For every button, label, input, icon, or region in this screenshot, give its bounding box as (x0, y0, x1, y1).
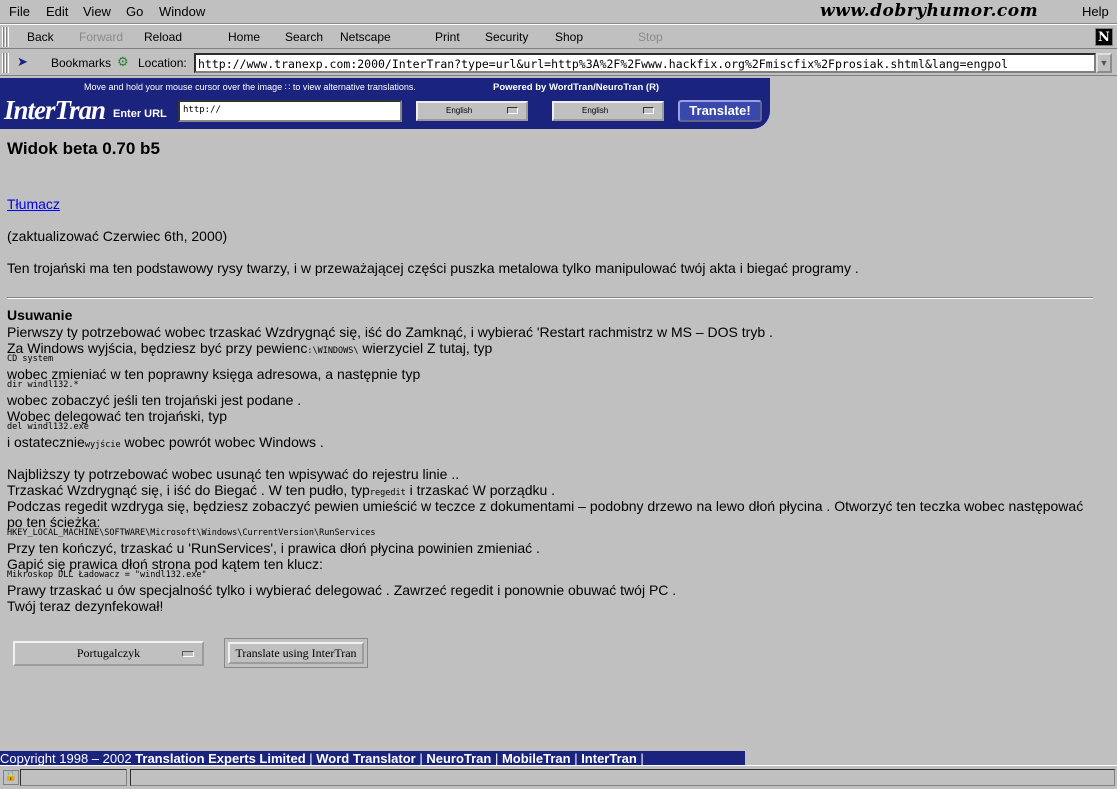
code-inline: wyjście (84, 440, 121, 450)
translate-using-intertran-button[interactable]: Translate using InterTran (228, 642, 364, 664)
bookmarks-icon[interactable]: ➤ (17, 54, 28, 70)
progress-bar (20, 769, 127, 786)
footer-separator: | (570, 751, 582, 765)
print-button[interactable]: Print (435, 30, 460, 44)
removal-heading: Usuwanie (7, 307, 73, 323)
menu-window[interactable]: Window (159, 4, 205, 19)
location-label: Location: (138, 56, 187, 70)
dropdown-indicator-icon (507, 107, 518, 114)
step-text: Podczas regedit wzdryga się, będziesz zo… (7, 498, 1084, 514)
company-link[interactable]: Translation Experts Limited (135, 751, 306, 765)
stop-button[interactable]: Stop (638, 30, 663, 44)
footer-link-neurotran[interactable]: NeuroTran (426, 751, 491, 765)
step-text: Pierwszy ty potrzebować wobec trzaskać W… (7, 324, 773, 340)
menu-edit[interactable]: Edit (46, 4, 68, 19)
footer-separator: | (305, 751, 317, 765)
step-text: Najbliższy ty potrzebować wobec usunąć t… (7, 466, 460, 482)
step-text: Prawy trzaskać u ów specjalność tylko i … (7, 582, 677, 598)
code-line: Mikroskop DLL Ładowacz = "windl132.exe" (7, 570, 207, 580)
step-text: Przy ten kończyć, trzaskać u 'RunService… (7, 540, 540, 556)
bookmarks-button[interactable]: Bookmarks (51, 56, 111, 70)
from-language-value: English (446, 106, 473, 115)
from-language-select[interactable]: English (416, 101, 528, 121)
watermark: www.dobryhumor.com (820, 1, 1039, 21)
footer-separator: | (636, 751, 644, 765)
netscape-logo-icon[interactable]: N (1095, 28, 1113, 46)
code-line: CD system (7, 354, 54, 364)
browser-window: File Edit View Go Window www.dobryhumor.… (0, 0, 1117, 789)
menu-file[interactable]: File (9, 4, 30, 19)
footer-link-word-translator[interactable]: Word Translator (316, 751, 415, 765)
page-title: Widok beta 0.70 b5 (7, 139, 160, 158)
text-span: wobec powrót wobec Windows . (120, 434, 324, 450)
dropdown-indicator-icon (643, 107, 654, 114)
toolbar-grip[interactable] (2, 27, 9, 47)
step-text: wobec zobaczyć jeśli ten trojański jest … (7, 392, 302, 408)
status-bar: 🔒 (0, 765, 1117, 789)
security-lock-icon[interactable]: 🔒 (3, 770, 19, 785)
text-span: wierzyciel Z tutaj, typ (358, 340, 493, 356)
menu-view[interactable]: View (83, 4, 111, 19)
powered-by: Powered by WordTran/NeuroTran (R) (493, 82, 660, 93)
code-line: del windl132.exe (7, 422, 89, 432)
step-text: i ostateczniewyjście wobec powrót wobec … (7, 434, 324, 450)
footer-separator: | (491, 751, 502, 765)
status-message (130, 769, 1115, 786)
code-line: dir windl132.* (7, 380, 79, 390)
intro-text: Ten trojański ma ten podstawowy rysy twa… (7, 260, 859, 276)
enter-url-label: Enter URL (113, 108, 167, 120)
search-button[interactable]: Search (285, 30, 323, 44)
code-line: HKEY_LOCAL_MACHINE\SOFTWARE\Microsoft\Wi… (7, 528, 376, 538)
footer: Copyright 1998 – 2002 Translation Expert… (0, 751, 745, 765)
text-span: i trzaskać W porządku . (405, 482, 556, 498)
reload-button[interactable]: Reload (144, 30, 182, 44)
text-span: i ostatecznie (7, 434, 85, 450)
menu-bar: File Edit View Go Window www.dobryhumor.… (0, 0, 1117, 24)
footer-separator: | (415, 751, 427, 765)
banner-hint: Move and hold your mouse cursor over the… (84, 82, 416, 92)
language-select-value: Portugalczyk (76, 646, 141, 660)
shop-button[interactable]: Shop (555, 30, 583, 44)
translator-link[interactable]: Tłumacz (7, 196, 60, 212)
step-text: Za Windows wyjścia, będziesz być przy pe… (7, 340, 492, 356)
language-select[interactable]: Portugalczyk (13, 641, 204, 666)
home-button[interactable]: Home (228, 30, 260, 44)
netscape-button[interactable]: Netscape (340, 30, 391, 44)
url-field[interactable]: http://www.tranexp.com:2000/InterTran?ty… (194, 53, 1096, 73)
copyright-text: Copyright 1998 – 2002 (0, 751, 136, 765)
translate-button[interactable]: Translate! (678, 100, 762, 122)
navigation-toolbar: Back Forward Reload Home Search Netscape… (0, 24, 1117, 49)
url-dropdown-arrow-icon[interactable]: ▼ (1096, 53, 1112, 73)
to-language-select[interactable]: English (552, 101, 664, 121)
intertran-url-input[interactable]: http:// (178, 100, 402, 122)
dropdown-indicator-icon (182, 651, 194, 657)
code-inline: :\WINDOWS\ (307, 346, 359, 356)
intertran-logo: InterTran (4, 95, 106, 125)
location-grip[interactable] (2, 53, 9, 73)
forward-button[interactable]: Forward (79, 30, 123, 44)
security-button[interactable]: Security (485, 30, 528, 44)
menu-help[interactable]: Help (1082, 4, 1109, 19)
menu-go[interactable]: Go (126, 4, 143, 19)
back-button[interactable]: Back (27, 30, 54, 44)
footer-link-mobiletran[interactable]: MobileTran (502, 751, 571, 765)
step-text: Trzaskać Wzdrygnąć się, i iść do Biegać … (7, 482, 555, 498)
footer-link-intertran[interactable]: InterTran (581, 751, 637, 765)
divider (7, 297, 1093, 299)
intertran-banner: Move and hold your mouse cursor over the… (0, 78, 770, 129)
updated-text: (zaktualizować Czerwiec 6th, 2000) (7, 228, 228, 244)
to-language-value: English (582, 106, 609, 115)
step-text: Twój teraz dezynfekował! (7, 598, 164, 614)
text-span: Trzaskać Wzdrygnąć się, i iść do Biegać … (7, 482, 370, 498)
code-inline: regedit (369, 488, 406, 498)
location-icon[interactable]: ⚙ (117, 54, 129, 70)
translate-using-intertran-frame: Translate using InterTran (224, 638, 368, 668)
